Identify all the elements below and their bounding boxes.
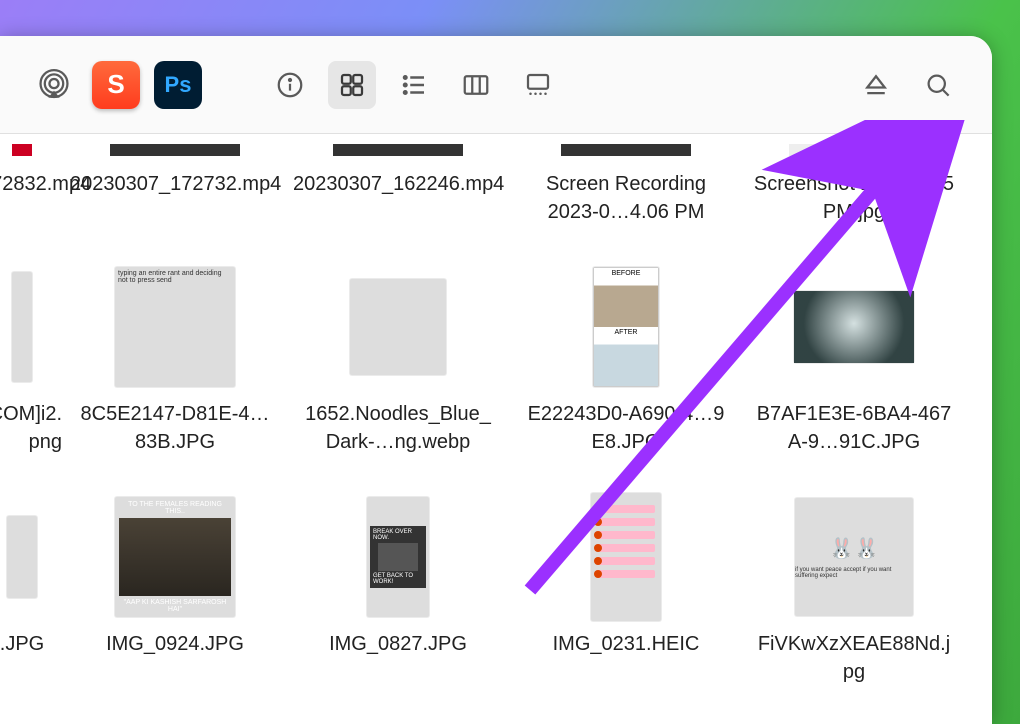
file-item[interactable]: Screen Recording 2023-0…4.06 PM <box>516 144 736 226</box>
finder-window: S Ps <box>0 36 992 724</box>
file-thumbnail: BEFOREAFTER <box>561 262 691 392</box>
file-thumbnail <box>110 144 240 156</box>
file-thumbnail <box>561 144 691 156</box>
toolbar: S Ps <box>0 36 992 134</box>
file-item[interactable]: TO THE FEMALES READING THIS.."AAP KI KAS… <box>70 492 280 686</box>
file-item[interactable]: BREAK OVER NOW.GET BACK TO WORK! IMG_082… <box>288 492 508 686</box>
file-thumbnail <box>2 262 42 392</box>
file-item[interactable]: 🐰🐰if you want peace accept if you want s… <box>744 492 964 686</box>
file-thumbnail <box>333 144 463 156</box>
app-icon-s[interactable]: S <box>92 61 140 109</box>
file-name-label: 20230307_172732.mp4 <box>70 170 280 198</box>
file-item[interactable]: 8C5E2147-D81E-4…83B.JPG <box>70 262 280 456</box>
file-item[interactable]: 1652.Noodles_Blue_Dark-…ng.webp <box>288 262 508 456</box>
file-thumbnail: TO THE FEMALES READING THIS.."AAP KI KAS… <box>110 492 240 622</box>
file-item[interactable]: IMG_0231.HEIC <box>516 492 736 686</box>
file-name-label: B7AF1E3E-6BA4-467A-9…91C.JPG <box>754 400 954 456</box>
file-name-label: Screen Recording 2023-0…4.06 PM <box>521 170 731 226</box>
airplay-icon[interactable] <box>30 61 78 109</box>
file-item[interactable]: BEFOREAFTER E22243D0-A690-4…9E8.JPG <box>516 262 736 456</box>
eject-icon[interactable] <box>852 61 900 109</box>
file-thumbnail <box>2 492 42 622</box>
app-icon-photoshop[interactable]: Ps <box>154 61 202 109</box>
file-thumbnail <box>12 144 32 156</box>
file-thumbnail: BREAK OVER NOW.GET BACK TO WORK! <box>333 492 463 622</box>
gallery-view-button[interactable] <box>514 61 562 109</box>
view-controls <box>266 61 562 109</box>
search-icon[interactable] <box>914 61 962 109</box>
column-view-button[interactable] <box>452 61 500 109</box>
file-name-label: IMG_0827.JPG <box>329 630 467 658</box>
file-name-label: IMG_0924.JPG <box>106 630 244 658</box>
file-name-label: 1652.Noodles_Blue_Dark-…ng.webp <box>298 400 498 456</box>
file-name-label: IMG_0231.HEIC <box>553 630 700 658</box>
file-thumbnail: 🐰🐰if you want peace accept if you want s… <box>789 492 919 622</box>
file-thumbnail <box>561 492 691 622</box>
file-thumbnail <box>333 262 463 392</box>
file-item[interactable]: 20230307_162246.mp4 <box>288 144 508 226</box>
file-name-label: 8C5E2147-D81E-4…83B.JPG <box>75 400 275 456</box>
info-icon[interactable] <box>266 61 314 109</box>
file-name-label: .JPG <box>0 630 44 658</box>
file-item[interactable]: 172832.mp4 <box>0 144 62 226</box>
icon-view-button[interactable] <box>328 61 376 109</box>
file-item[interactable]: .JPG <box>0 492 62 686</box>
file-thumbnail <box>110 262 240 392</box>
file-name-label: Screenshot 2023-0…5 PM.jpg <box>749 170 959 226</box>
file-item[interactable]: 20230307_172732.mp4 <box>70 144 280 226</box>
file-item[interactable]: COM]i2.png <box>0 262 62 456</box>
file-thumbnail <box>789 262 919 392</box>
file-name-label: 172832.mp4 <box>0 170 64 198</box>
file-thumbnail <box>789 144 919 156</box>
file-name-label: FiVKwXzXEAE88Nd.jpg <box>754 630 954 686</box>
file-item[interactable]: B7AF1E3E-6BA4-467A-9…91C.JPG <box>744 262 964 456</box>
list-view-button[interactable] <box>390 61 438 109</box>
file-name-label: 20230307_162246.mp4 <box>293 170 503 198</box>
file-grid-area[interactable]: 172832.mp4 20230307_172732.mp4 20230307_… <box>0 134 992 724</box>
file-name-label: E22243D0-A690-4…9E8.JPG <box>526 400 726 456</box>
file-item[interactable]: Screenshot 2023-0…5 PM.jpg <box>744 144 964 226</box>
file-name-label: COM]i2.png <box>0 400 62 456</box>
